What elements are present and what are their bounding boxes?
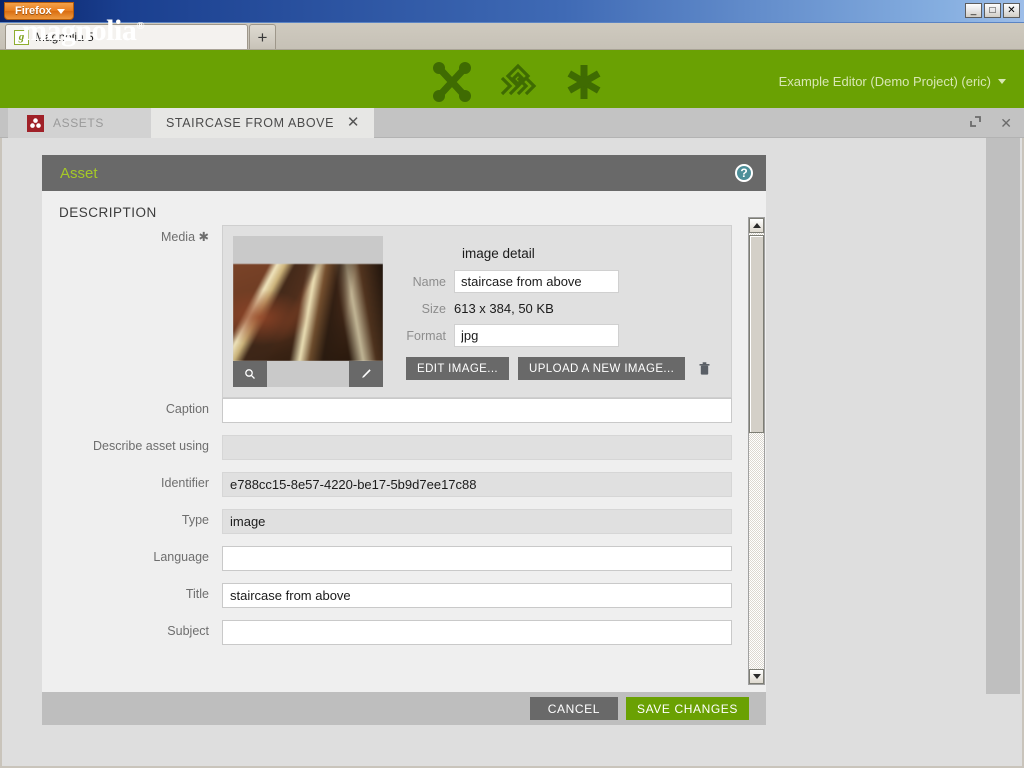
browser-tabstrip: g Magnolia 5 + xyxy=(0,23,1024,50)
dialog-footer: CANCEL SAVE CHANGES xyxy=(42,692,766,725)
caption-label: Caption xyxy=(165,402,209,416)
window-controls: _ □ ✕ xyxy=(965,3,1020,18)
magnolia-logo[interactable]: magnolia® xyxy=(22,14,145,47)
field-row-describe-asset-using: Describe asset using xyxy=(42,435,766,460)
spacer-label xyxy=(42,344,222,348)
identifier-label: Identifier xyxy=(161,476,209,490)
assets-icon xyxy=(27,114,44,132)
cross-nodes-icon[interactable] xyxy=(430,60,474,104)
required-marker: ✱ xyxy=(198,230,209,244)
scrollbar-thumb[interactable] xyxy=(749,235,764,433)
user-menu[interactable]: Example Editor (Demo Project) (eric) xyxy=(779,74,1006,89)
subject-input[interactable] xyxy=(222,620,732,645)
name-label: Name xyxy=(412,274,446,289)
form-body: Media ✱ image detail Name staircase from… xyxy=(42,225,766,683)
minimize-button[interactable]: _ xyxy=(965,3,982,18)
tab-staircase-label: STAIRCASE FROM ABOVE xyxy=(166,116,335,130)
app-launcher-icons xyxy=(430,60,606,104)
media-buttons: EDIT IMAGE... UPLOAD A NEW IMAGE... xyxy=(406,357,711,380)
edit-pencil-icon[interactable] xyxy=(349,361,383,387)
upload-new-image-button[interactable]: UPLOAD A NEW IMAGE... xyxy=(518,357,686,380)
edit-image-button[interactable]: EDIT IMAGE... xyxy=(406,357,510,380)
title-input[interactable] xyxy=(222,583,732,608)
tabbar-controls: ✕ xyxy=(969,115,1012,130)
user-menu-label: Example Editor (Demo Project) (eric) xyxy=(778,74,991,89)
field-row-title: Title xyxy=(42,583,766,608)
trash-icon[interactable] xyxy=(698,361,711,376)
magnolia-logo-text: magnolia xyxy=(22,14,137,47)
cancel-button[interactable]: CANCEL xyxy=(529,697,618,720)
field-row-caption: Caption xyxy=(42,398,766,423)
thumbnail-wrapper xyxy=(233,236,383,387)
scrollbar-track[interactable] xyxy=(749,233,764,669)
describe-asset-using-label: Describe asset using xyxy=(92,439,209,453)
close-button[interactable]: ✕ xyxy=(1003,3,1020,18)
field-row-type: Type xyxy=(42,509,766,534)
type-label: Type xyxy=(181,513,209,527)
field-row-language: Language xyxy=(42,546,766,571)
diamond-weave-icon[interactable] xyxy=(496,60,540,104)
name-input[interactable] xyxy=(454,270,619,293)
form-scrollbar[interactable] xyxy=(748,217,765,685)
field-row-subject: Subject xyxy=(42,620,766,645)
close-icon[interactable]: ✕ xyxy=(1000,116,1012,130)
media-label-text: Media xyxy=(160,230,196,244)
describe-asset-using-input[interactable] xyxy=(222,435,732,460)
identifier-input xyxy=(222,472,732,497)
thumbnail-tools xyxy=(233,361,383,387)
triangle-down-icon xyxy=(752,674,761,679)
language-input[interactable] xyxy=(222,546,732,571)
chevron-down-icon xyxy=(56,8,65,14)
language-label: Language xyxy=(153,550,209,564)
size-label: Size xyxy=(421,301,446,316)
close-icon[interactable]: ✕ xyxy=(347,115,360,130)
caption-input[interactable] xyxy=(222,398,732,423)
tab-staircase-from-above[interactable]: STAIRCASE FROM ABOVE ✕ xyxy=(151,108,374,138)
media-label: Media ✱ xyxy=(42,225,222,244)
scroll-up-button[interactable] xyxy=(749,218,764,233)
size-value: 613 x 384, 50 KB xyxy=(454,301,554,316)
field-row-identifier: Identifier xyxy=(42,472,766,497)
registered-mark-icon: ® xyxy=(136,20,145,32)
tab-assets[interactable]: ASSETS xyxy=(8,108,151,138)
right-rail xyxy=(986,138,1020,694)
detail-row-name: Name xyxy=(396,270,721,293)
maximize-button[interactable]: □ xyxy=(984,3,1001,18)
scroll-down-button[interactable] xyxy=(749,669,764,684)
maximize-icon[interactable] xyxy=(969,115,982,130)
save-changes-button[interactable]: SAVE CHANGES xyxy=(625,697,749,720)
dialog-title: Asset xyxy=(60,164,98,182)
section-label: DESCRIPTION xyxy=(59,205,157,220)
tab-assets-label: ASSETS xyxy=(53,116,104,130)
subject-label: Subject xyxy=(167,624,209,638)
staircase-photo xyxy=(233,264,383,361)
chevron-down-icon xyxy=(998,79,1006,84)
format-input[interactable] xyxy=(454,324,619,347)
type-input xyxy=(222,509,732,534)
detail-row-format: Format xyxy=(396,324,721,347)
triangle-up-icon xyxy=(752,223,761,228)
window-titlebar: Firefox _ □ ✕ xyxy=(0,0,1024,23)
asterisk-icon[interactable] xyxy=(562,60,606,104)
image-detail-title: image detail xyxy=(462,246,535,261)
help-icon[interactable]: ? xyxy=(735,164,753,182)
asset-dialog: Asset ? DESCRIPTION Media ✱ image detail… xyxy=(42,155,766,725)
app-tabbar: ASSETS STAIRCASE FROM ABOVE ✕ ✕ xyxy=(0,108,1024,138)
asset-thumbnail[interactable] xyxy=(233,236,383,361)
dialog-titlebar: Asset ? xyxy=(42,155,766,191)
title-label: Title xyxy=(185,587,209,601)
zoom-icon[interactable] xyxy=(233,361,267,387)
detail-row-size: Size 613 x 384, 50 KB xyxy=(396,301,721,316)
format-label: Format xyxy=(406,328,446,343)
new-tab-button[interactable]: + xyxy=(249,24,276,49)
